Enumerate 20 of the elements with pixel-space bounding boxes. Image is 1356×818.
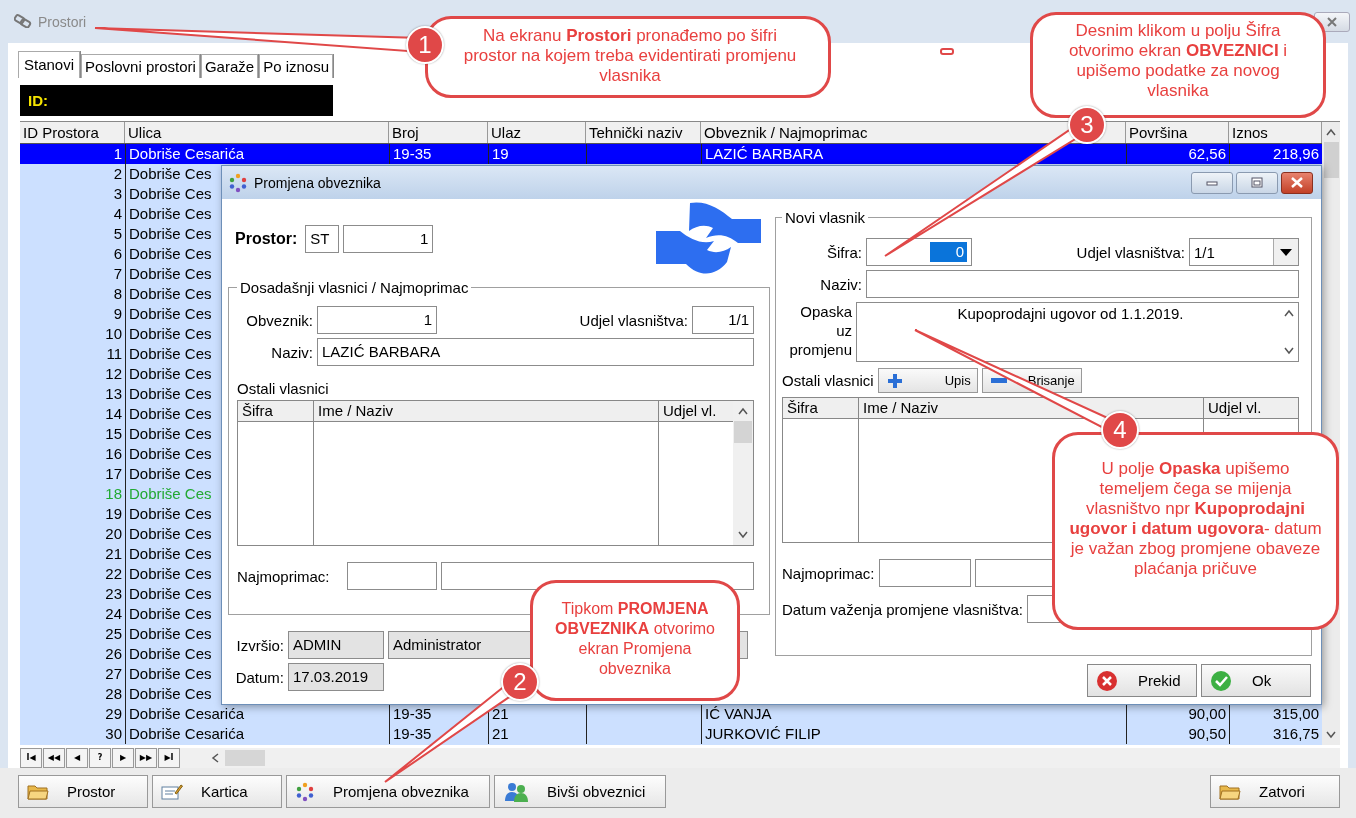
- field-label: Ostali vlasnici: [782, 372, 874, 389]
- section-label: Ostali vlasnici: [237, 380, 330, 397]
- field-label: Šifra:: [826, 243, 862, 261]
- group-title: Dosadašnji vlasnici / Najmoprimac: [239, 279, 470, 296]
- field-label: Obveznik:: [245, 311, 313, 329]
- field-label: Datum važenja promjene vlasništva:: [782, 600, 1023, 618]
- field-label: Naziv:: [819, 275, 862, 293]
- callout-tooltip: Tipkom PROMJENA OBVEZNIKA otvorimo ekran Promjena obveznika: [530, 580, 740, 701]
- field-label: Najmoprimac:: [782, 564, 875, 582]
- field-label: Najmoprimac:: [237, 567, 331, 585]
- field-label: Izvršio:: [235, 636, 284, 654]
- field-label: Udjel vlasništva:: [579, 311, 688, 329]
- dialog-title: Promjena obveznika: [254, 174, 381, 191]
- field-label: Datum:: [234, 668, 284, 686]
- field-label: Udjel vlasništva:: [1076, 243, 1185, 261]
- field-label: Opaska uz promjenu: [788, 302, 852, 359]
- field-label: Naziv:: [270, 343, 313, 361]
- field-label: Prostor:: [235, 230, 298, 248]
- group-title: Novi vlasnik: [784, 209, 867, 226]
- window-title: Prostori: [38, 14, 87, 30]
